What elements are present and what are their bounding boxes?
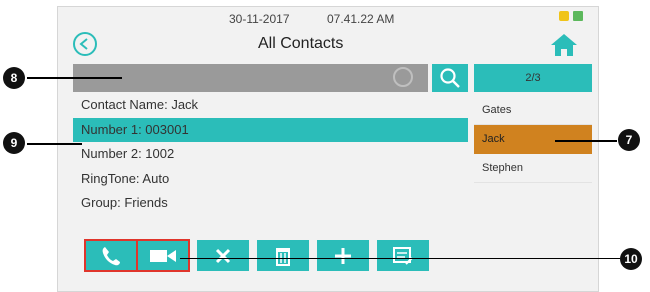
contact-item-gates[interactable]: Gates: [474, 96, 592, 125]
search-icon: [440, 68, 460, 88]
phone-icon: [102, 246, 120, 265]
back-button[interactable]: [73, 32, 97, 56]
page-indicator: 2/3: [474, 64, 592, 92]
callout-line-9: [27, 143, 82, 145]
edit-icon: [393, 246, 413, 265]
callout-8: 8: [3, 67, 25, 89]
status-bar: 30-11-2017 07.41.22 AM: [57, 8, 597, 28]
status-icons: [559, 11, 583, 21]
contact-item-stephen[interactable]: Stephen: [474, 154, 592, 183]
contact-details: Contact Name: Jack Number 1: 003001 Numb…: [73, 93, 468, 216]
cancel-button[interactable]: [197, 240, 249, 271]
video-icon: [150, 249, 176, 262]
callout-line-8: [27, 77, 122, 79]
callout-10: 10: [620, 248, 642, 270]
add-icon: [335, 247, 351, 264]
callout-line-10: [180, 258, 620, 259]
video-call-button[interactable]: [136, 239, 190, 272]
action-toolbar: [84, 239, 429, 272]
trash-icon: [276, 247, 290, 266]
callout-7: 7: [618, 129, 640, 151]
add-button[interactable]: [317, 240, 369, 271]
lock-icon: [559, 11, 569, 21]
search-button[interactable]: [432, 64, 468, 92]
detail-row-group[interactable]: Group: Friends: [73, 191, 468, 216]
home-icon: [551, 34, 577, 56]
back-arrow-icon: [79, 38, 88, 50]
delete-x-icon: [215, 248, 231, 263]
page-title: All Contacts: [258, 35, 344, 52]
network-icon: [573, 11, 583, 21]
clear-icon[interactable]: [393, 67, 413, 87]
detail-row-name[interactable]: Contact Name: Jack: [73, 93, 468, 118]
callout-9: 9: [3, 132, 25, 154]
search-input[interactable]: [73, 64, 428, 92]
status-time: 07.41.22 AM: [327, 12, 395, 26]
delete-button[interactable]: [257, 240, 309, 271]
home-button[interactable]: [549, 32, 579, 58]
detail-row-number2[interactable]: Number 2: 1002: [73, 142, 468, 167]
callout-line-7: [555, 140, 617, 142]
edit-button[interactable]: [377, 240, 429, 271]
status-date: 30-11-2017: [229, 12, 290, 26]
detail-row-number1[interactable]: Number 1: 003001: [73, 117, 468, 142]
detail-row-ringtone[interactable]: RingTone: Auto: [73, 167, 468, 192]
call-button[interactable]: [84, 239, 138, 272]
